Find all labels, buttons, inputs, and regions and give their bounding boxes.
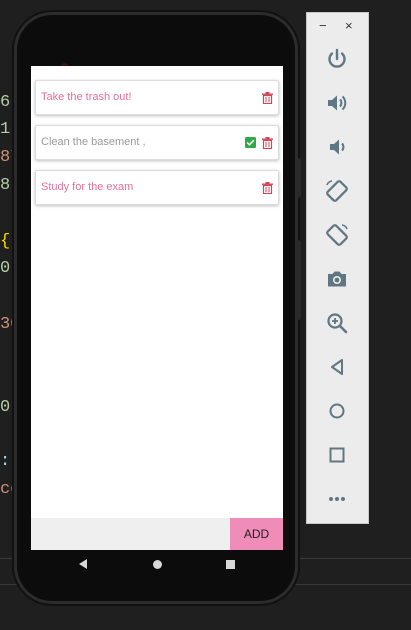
- todo-text: Take the trash out!: [41, 91, 132, 103]
- side-button: [297, 158, 301, 198]
- nav-recents-icon[interactable]: [226, 560, 235, 569]
- todo-item[interactable]: Clean the basement ,: [35, 125, 279, 160]
- rotate-right-icon[interactable]: [325, 223, 349, 247]
- emulator-toolbar: − ×: [306, 12, 369, 524]
- code-line: 1: [0, 120, 11, 139]
- android-nav-bar: [31, 550, 283, 580]
- home-icon[interactable]: [325, 399, 349, 423]
- side-button: [297, 240, 301, 320]
- overview-icon[interactable]: [325, 443, 349, 467]
- todo-text: Study for the exam: [41, 181, 134, 193]
- rotate-left-icon[interactable]: [325, 179, 349, 203]
- trash-icon[interactable]: [262, 137, 273, 149]
- power-icon[interactable]: [325, 47, 349, 71]
- back-icon[interactable]: [325, 355, 349, 379]
- zoom-in-icon[interactable]: [325, 311, 349, 335]
- code-line: :: [0, 452, 11, 471]
- trash-icon[interactable]: [262, 92, 273, 104]
- code-line: {: [0, 232, 11, 251]
- more-icon[interactable]: [325, 487, 349, 511]
- volume-up-icon[interactable]: [325, 91, 349, 115]
- todo-text: Clean the basement ,: [41, 136, 146, 148]
- nav-home-icon[interactable]: [153, 560, 162, 569]
- add-todo-bar: ADD: [31, 518, 283, 550]
- add-button[interactable]: ADD: [230, 518, 283, 550]
- app-screen: Take the trash out! Clean the basement ,…: [31, 66, 283, 550]
- minimize-button[interactable]: −: [319, 19, 327, 33]
- new-todo-input[interactable]: [31, 518, 230, 550]
- checkbox-checked-icon[interactable]: [245, 137, 256, 148]
- close-button[interactable]: ×: [345, 19, 353, 33]
- nav-back-icon[interactable]: [79, 559, 87, 569]
- todo-item[interactable]: Study for the exam: [35, 170, 279, 205]
- volume-down-icon[interactable]: [325, 135, 349, 159]
- camera-icon[interactable]: [325, 267, 349, 291]
- todo-item[interactable]: Take the trash out!: [35, 80, 279, 115]
- trash-icon[interactable]: [262, 182, 273, 194]
